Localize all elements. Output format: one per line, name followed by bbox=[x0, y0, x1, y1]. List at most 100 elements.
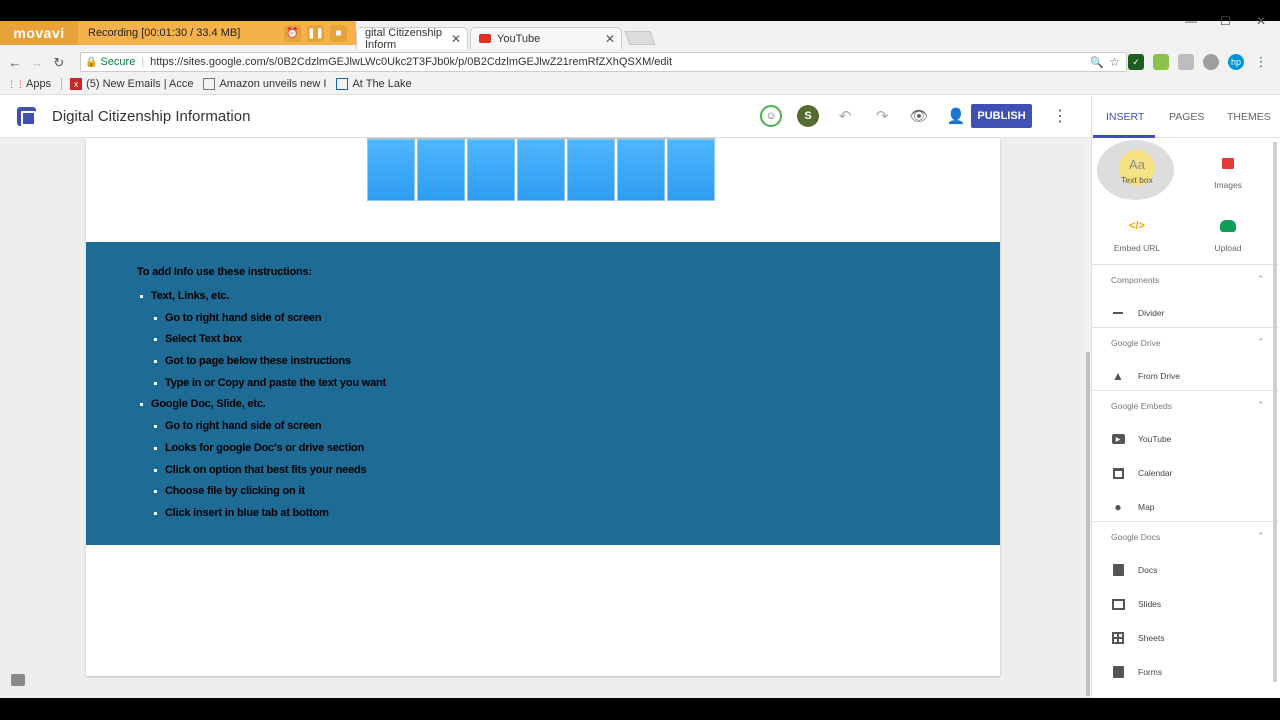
site-title[interactable]: Digital Citizenship Information bbox=[52, 108, 250, 125]
section-divider bbox=[1091, 327, 1278, 328]
divider-icon bbox=[1111, 307, 1125, 319]
bookmark-amazon[interactable]: Amazon unveils new I bbox=[203, 78, 326, 90]
image-tile[interactable] bbox=[567, 139, 615, 201]
close-icon[interactable]: ✕ bbox=[605, 32, 615, 46]
feedback-icon[interactable] bbox=[11, 674, 25, 686]
close-icon[interactable]: ✕ bbox=[451, 32, 461, 46]
sheets-icon bbox=[1111, 632, 1125, 644]
youtube-favicon-icon bbox=[479, 34, 491, 43]
image-tile[interactable] bbox=[667, 139, 715, 201]
tab-themes[interactable]: THEMES bbox=[1227, 111, 1271, 123]
instruction-group: Google Doc, Slide, etc. bbox=[151, 398, 266, 410]
bookmark-new-emails[interactable]: x (5) New Emails | Acce bbox=[70, 78, 193, 90]
pause-icon[interactable]: ❚❚ bbox=[307, 24, 324, 42]
extension-icon[interactable] bbox=[1178, 54, 1194, 70]
panel-item-docs[interactable]: Docs bbox=[1111, 564, 1157, 576]
image-tile[interactable] bbox=[467, 139, 515, 201]
panel-item-from-drive[interactable]: ▲ From Drive bbox=[1111, 369, 1181, 383]
tab-digital-citizenship[interactable]: gital Citizenship Inform ✕ bbox=[356, 27, 468, 51]
reload-icon[interactable]: ↻ bbox=[48, 55, 70, 71]
cloud-upload-icon bbox=[1220, 220, 1236, 232]
bookmark-at-the-lake[interactable]: At The Lake bbox=[336, 78, 412, 90]
publish-button[interactable]: PUBLISH bbox=[971, 104, 1032, 128]
collapse-chevron-icon[interactable]: ⌃ bbox=[1257, 337, 1265, 348]
panel-item-youtube[interactable]: ▶ YouTube bbox=[1111, 433, 1171, 445]
bookmark-label: Apps bbox=[26, 78, 52, 90]
instructions-section[interactable] bbox=[86, 242, 1000, 545]
instruction-group: Text, Links, etc. bbox=[151, 290, 230, 302]
panel-item-map[interactable]: ● Map bbox=[1111, 500, 1154, 514]
star-icon[interactable]: ☆ bbox=[1109, 55, 1120, 69]
image-tile[interactable] bbox=[517, 139, 565, 201]
panel-item-label: From Drive bbox=[1138, 371, 1181, 381]
image-tile[interactable] bbox=[617, 139, 665, 201]
panel-item-label: Calendar bbox=[1138, 468, 1173, 478]
collapse-chevron-icon[interactable]: ⌃ bbox=[1257, 531, 1265, 542]
collapse-chevron-icon[interactable]: ⌃ bbox=[1257, 400, 1265, 411]
more-options-icon[interactable]: ⋮ bbox=[1052, 106, 1068, 126]
chrome-menu-icon[interactable]: ⋮ bbox=[1253, 54, 1269, 70]
alarm-clock-icon[interactable]: ⏰ bbox=[284, 24, 301, 42]
extension-icon[interactable]: ✓ bbox=[1128, 54, 1144, 70]
instruction-step: Click insert in blue tab at bottom bbox=[165, 507, 329, 519]
text-box-label: Text box bbox=[1121, 175, 1153, 185]
bookmark-apps[interactable]: ⋮⋮ Apps bbox=[7, 78, 52, 90]
bullet bbox=[154, 317, 157, 320]
top-black-bar bbox=[0, 0, 1280, 21]
instruction-step: Go to right hand side of screen bbox=[165, 420, 322, 432]
panel-scrollbar[interactable] bbox=[1273, 142, 1277, 682]
back-arrow-icon[interactable]: ← bbox=[4, 55, 26, 70]
upload-label: Upload bbox=[1214, 243, 1242, 253]
stop-icon[interactable]: ■ bbox=[330, 24, 347, 42]
bullet bbox=[154, 382, 157, 385]
panel-item-divider[interactable]: Divider bbox=[1111, 307, 1164, 319]
tab-youtube[interactable]: YouTube ✕ bbox=[470, 27, 622, 49]
images-button[interactable]: Images bbox=[1188, 140, 1268, 200]
image-tile[interactable] bbox=[367, 139, 415, 201]
instruction-step: Click on option that best fits your need… bbox=[165, 464, 367, 476]
panel-item-label: Slides bbox=[1138, 599, 1162, 609]
image-tiles[interactable] bbox=[367, 139, 715, 201]
new-tab-button[interactable] bbox=[624, 31, 656, 45]
image-tile[interactable] bbox=[417, 139, 465, 201]
panel-tabs: INSERT PAGES THEMES bbox=[1091, 96, 1280, 138]
extension-icon[interactable] bbox=[1203, 54, 1219, 70]
embed-url-button[interactable]: </> Embed URL bbox=[1097, 203, 1177, 263]
canvas-scrollbar-thumb[interactable] bbox=[1086, 352, 1090, 696]
profile-photo-avatar[interactable]: ☺ bbox=[760, 105, 782, 127]
hp-icon[interactable]: hp bbox=[1228, 54, 1244, 70]
tab-label: YouTube bbox=[497, 32, 541, 45]
panel-item-label: Forms bbox=[1138, 667, 1163, 677]
tab-insert[interactable]: INSERT bbox=[1106, 111, 1144, 123]
text-box-button[interactable]: Aa Text box bbox=[1097, 140, 1177, 200]
bookmark-label: Amazon unveils new I bbox=[219, 78, 327, 90]
user-avatar[interactable]: S bbox=[797, 105, 819, 127]
collapse-chevron-icon[interactable]: ⌃ bbox=[1257, 274, 1265, 285]
bullet bbox=[140, 295, 143, 298]
window-close-icon[interactable]: ✕ bbox=[1256, 14, 1266, 28]
panel-item-calendar[interactable]: Calendar bbox=[1111, 467, 1173, 479]
preview-eye-icon[interactable]: 👁 bbox=[908, 105, 930, 127]
minimize-icon[interactable]: — bbox=[1185, 14, 1197, 28]
share-person-add-icon[interactable]: 👤 bbox=[945, 105, 967, 127]
maximize-icon[interactable]: ☐ bbox=[1220, 14, 1231, 28]
url-bar[interactable]: 🔒 Secure | https://sites.google.com/s/0B… bbox=[80, 52, 1127, 72]
upload-button[interactable]: Upload bbox=[1188, 203, 1268, 263]
panel-item-slides[interactable]: Slides bbox=[1111, 598, 1161, 610]
undo-icon[interactable]: ↶ bbox=[834, 105, 856, 127]
panel-item-forms[interactable]: Forms bbox=[1111, 666, 1162, 678]
section-divider bbox=[1091, 390, 1278, 391]
images-label: Images bbox=[1214, 180, 1242, 190]
google-sites-logo-icon[interactable] bbox=[17, 107, 36, 126]
extension-icon[interactable] bbox=[1153, 54, 1169, 70]
forward-arrow-icon[interactable]: → bbox=[26, 55, 48, 70]
table-icon bbox=[336, 78, 349, 90]
panel-item-label: Sheets bbox=[1138, 633, 1165, 643]
redo-icon[interactable]: ↷ bbox=[871, 105, 893, 127]
bullet bbox=[154, 425, 157, 428]
search-icon[interactable]: 🔍 bbox=[1090, 56, 1104, 69]
instruction-step: Choose file by clicking on it bbox=[165, 485, 305, 497]
panel-item-label: YouTube bbox=[1138, 434, 1172, 444]
tab-pages[interactable]: PAGES bbox=[1169, 111, 1204, 123]
panel-item-sheets[interactable]: Sheets bbox=[1111, 632, 1164, 644]
